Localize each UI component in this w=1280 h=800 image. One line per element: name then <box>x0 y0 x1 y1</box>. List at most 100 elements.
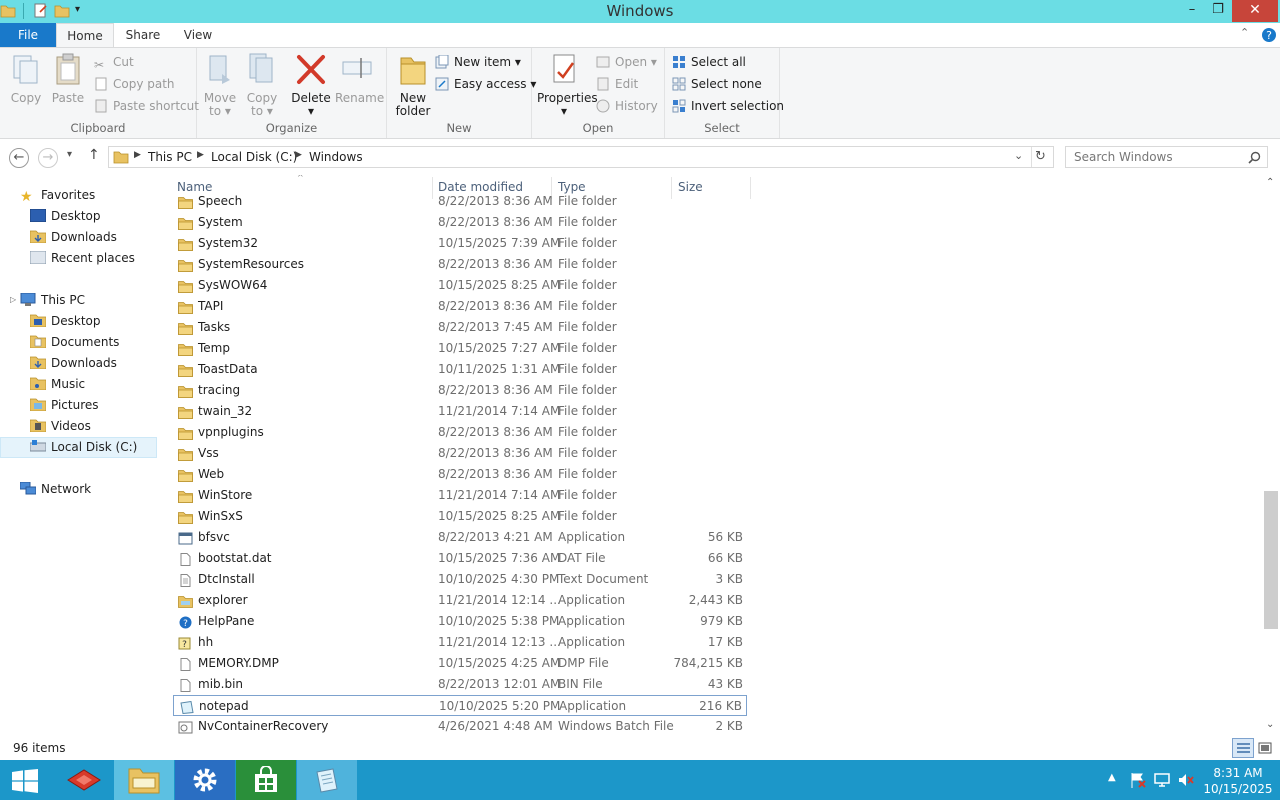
tab-file[interactable]: File <box>0 23 56 47</box>
nav-pc-videos[interactable]: Videos <box>30 416 91 437</box>
clock[interactable]: 8:31 AM 10/15/2025 <box>1196 765 1280 800</box>
history-button[interactable]: History <box>596 96 658 116</box>
tab-share[interactable]: Share <box>114 23 172 47</box>
maximize-button[interactable]: ❐ <box>1204 0 1232 22</box>
nav-pc-pictures[interactable]: Pictures <box>30 395 99 416</box>
details-view-button[interactable] <box>1232 738 1254 758</box>
file-row[interactable]: System 8/22/2013 8:36 AM File folder <box>173 212 747 233</box>
move-to-button[interactable]: Move to ▾ <box>202 52 238 118</box>
invert-selection-button[interactable]: Invert selection <box>672 96 784 116</box>
vertical-scrollbar[interactable]: ⌃ ⌄ <box>1262 175 1280 735</box>
show-hidden-icons-icon[interactable]: ▲ <box>1108 772 1116 800</box>
rename-button[interactable]: Rename <box>335 52 384 105</box>
nav-pc-documents[interactable]: Documents <box>30 332 119 353</box>
file-row[interactable]: WinSxS 10/15/2025 8:25 AM File folder <box>173 506 747 527</box>
scroll-down-icon[interactable]: ⌄ <box>1266 719 1274 730</box>
file-row[interactable]: Temp 10/15/2025 7:27 AM File folder <box>173 338 747 359</box>
edit-button[interactable]: Edit <box>596 74 638 94</box>
nav-fav-desktop[interactable]: Desktop <box>30 206 101 227</box>
help-icon[interactable]: ? <box>1261 27 1277 43</box>
file-row[interactable]: notepad 10/10/2025 5:20 PM Application 216 … <box>173 695 747 716</box>
collapse-ribbon-icon[interactable]: ⌃ <box>1240 26 1249 39</box>
breadcrumb-local-disk[interactable]: Local Disk (C:) <box>211 150 297 164</box>
copy-button[interactable]: Copy <box>6 52 46 105</box>
taskbar-app-red[interactable] <box>54 760 114 800</box>
close-button[interactable]: ✕ <box>1232 0 1278 22</box>
network-status-icon[interactable] <box>1154 772 1170 788</box>
file-row[interactable]: SysWOW64 10/15/2025 8:25 AM File folder <box>173 275 747 296</box>
tab-home[interactable]: Home <box>56 23 114 47</box>
file-row[interactable]: DtcInstall 10/10/2025 4:30 PM Text Documen… <box>173 569 747 590</box>
cut-button[interactable]: ✂ Cut <box>94 52 134 72</box>
properties-button[interactable]: Properties ▾ <box>537 52 598 118</box>
select-all-button[interactable]: Select all <box>672 52 746 72</box>
new-folder-button[interactable]: New folder <box>393 52 433 118</box>
nav-this-pc[interactable]: This PC <box>20 290 85 311</box>
search-icon[interactable] <box>1248 151 1261 164</box>
copy-to-button[interactable]: Copy to ▾ <box>244 52 280 118</box>
refresh-icon[interactable]: ↻ <box>1035 149 1046 164</box>
file-row[interactable]: tracing 8/22/2013 8:36 AM File folder <box>173 380 747 401</box>
file-row[interactable]: explorer 11/21/2014 12:14 ... Application 2… <box>173 590 747 611</box>
paste-shortcut-button[interactable]: Paste shortcut <box>94 96 199 116</box>
file-row[interactable]: Vss 8/22/2013 8:36 AM File folder <box>173 443 747 464</box>
scroll-up-icon[interactable]: ⌃ <box>1266 177 1274 188</box>
nav-favorites[interactable]: ★ Favorites <box>20 185 95 206</box>
tab-view[interactable]: View <box>172 23 224 47</box>
back-button[interactable]: ← <box>9 148 29 168</box>
file-row[interactable]: Web 8/22/2013 8:36 AM File folder <box>173 464 747 485</box>
delete-button[interactable]: Delete ▾ <box>291 52 331 118</box>
up-arrow-icon[interactable]: ↑ <box>88 147 100 163</box>
scrollbar-thumb[interactable] <box>1264 491 1278 629</box>
file-row[interactable]: SystemResources 8/22/2013 8:36 AM File fol… <box>173 254 747 275</box>
file-row[interactable]: TAPI 8/22/2013 8:36 AM File folder <box>173 296 747 317</box>
recent-locations-icon[interactable]: ▾ <box>67 149 72 160</box>
copy-path-button[interactable]: Copy path <box>94 74 175 94</box>
file-row[interactable]: ? HelpPane 10/10/2025 5:38 PM Application 97… <box>173 611 747 632</box>
file-row[interactable]: twain_32 11/21/2014 7:14 AM File folder <box>173 401 747 422</box>
nav-pc-music[interactable]: Music <box>30 374 85 395</box>
nav-network[interactable]: Network <box>20 479 91 500</box>
file-row[interactable]: bootstat.dat 10/15/2025 7:36 AM DAT File 66… <box>173 548 747 569</box>
taskbar-settings[interactable] <box>175 760 235 800</box>
file-row[interactable]: ToastData 10/11/2025 1:31 AM File folder <box>173 359 747 380</box>
expand-arrow-icon[interactable]: ▷ <box>10 295 16 304</box>
large-icons-view-icon[interactable] <box>1258 742 1272 754</box>
nav-fav-recent-places[interactable]: Recent places <box>30 248 135 269</box>
breadcrumb-windows[interactable]: Windows <box>309 150 363 164</box>
minimize-button[interactable]: – <box>1178 0 1206 22</box>
volume-muted-icon[interactable] <box>1178 772 1194 788</box>
nav-pc-desktop[interactable]: Desktop <box>30 311 101 332</box>
address-dropdown-icon[interactable]: ⌄ <box>1014 149 1023 162</box>
select-none-button[interactable]: Select none <box>672 74 762 94</box>
breadcrumb-this-pc[interactable]: This PC <box>148 150 192 164</box>
forward-button[interactable]: → <box>38 148 58 168</box>
nav-pc-local-disk[interactable]: Local Disk (C:) <box>30 437 137 458</box>
chevron-right-icon[interactable]: ▶ <box>295 150 302 160</box>
file-row[interactable]: mib.bin 8/22/2013 12:01 AM BIN File 43 KB <box>173 674 747 695</box>
taskbar-notepad[interactable] <box>297 760 357 800</box>
file-row[interactable]: WinStore 11/21/2014 7:14 AM File folder <box>173 485 747 506</box>
start-button[interactable] <box>0 760 52 800</box>
taskbar-store[interactable] <box>236 760 296 800</box>
file-row[interactable]: NvContainerRecovery 4/26/2021 4:48 AM Wind… <box>173 716 747 735</box>
new-item-button[interactable]: New item ▾ <box>435 52 521 72</box>
file-row[interactable]: bfsvc 8/22/2013 4:21 AM Application 56 KB <box>173 527 747 548</box>
address-bar[interactable]: ▶ This PC ▶ Local Disk (C:) ▶ Windows ⌄ … <box>108 146 1054 168</box>
action-center-flag-icon[interactable] <box>1130 772 1146 788</box>
nav-fav-downloads[interactable]: Downloads <box>30 227 117 248</box>
open-button[interactable]: Open ▾ <box>596 52 657 72</box>
file-row[interactable]: Speech 8/22/2013 8:36 AM File folder <box>173 191 747 212</box>
file-row[interactable]: MEMORY.DMP 10/15/2025 4:25 AM DMP File 784,… <box>173 653 747 674</box>
chevron-right-icon[interactable]: ▶ <box>197 150 204 160</box>
chevron-right-icon[interactable]: ▶ <box>134 150 141 160</box>
nav-pc-downloads[interactable]: Downloads <box>30 353 117 374</box>
file-row[interactable]: ? hh 11/21/2014 12:13 ... Application 17 KB <box>173 632 747 653</box>
file-row[interactable]: System32 10/15/2025 7:39 AM File folder <box>173 233 747 254</box>
file-row[interactable]: Tasks 8/22/2013 7:45 AM File folder <box>173 317 747 338</box>
search-input[interactable]: Search Windows <box>1065 146 1268 168</box>
easy-access-button[interactable]: Easy access ▾ <box>435 74 536 94</box>
paste-button[interactable]: Paste <box>48 52 88 105</box>
file-row[interactable]: vpnplugins 8/22/2013 8:36 AM File folder <box>173 422 747 443</box>
taskbar-file-explorer[interactable] <box>114 760 174 800</box>
